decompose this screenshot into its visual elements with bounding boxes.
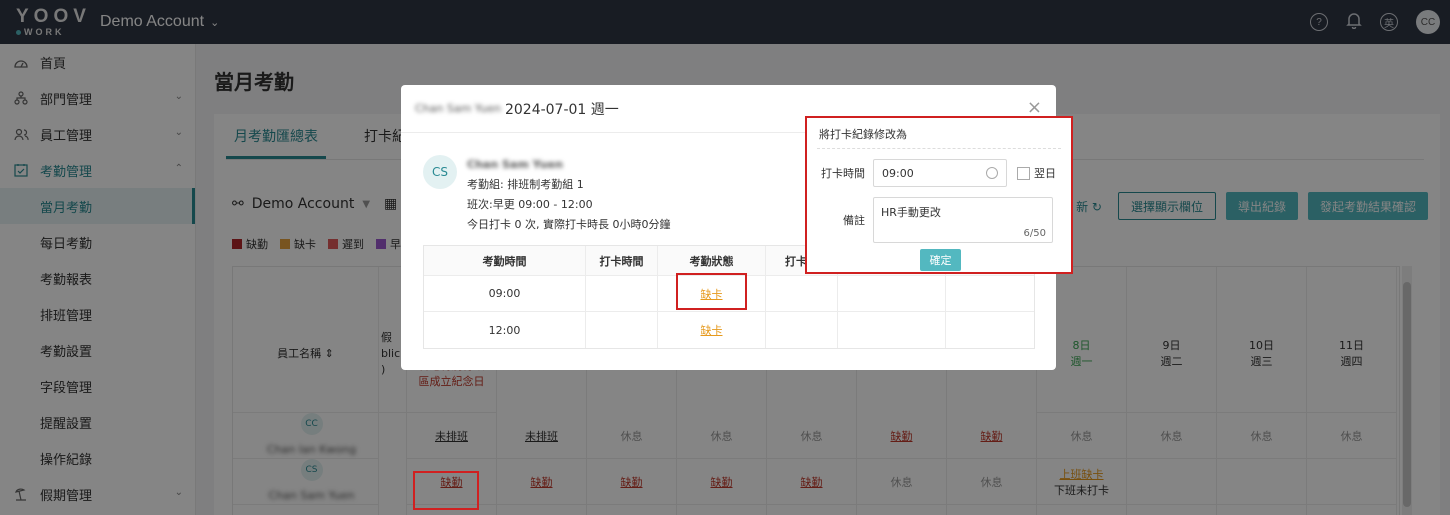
highlight-box [676, 273, 747, 310]
avatar: CS [423, 155, 457, 189]
highlight-box [413, 471, 479, 510]
employee-name: Chan Sam Yuen [467, 158, 563, 171]
dialog-title-date: 2024-07-01 週一 [504, 101, 619, 118]
employee-avatar-wrap: CS [423, 155, 457, 189]
punch-time-cell: 09:00 [424, 276, 586, 311]
next-day-checkbox[interactable] [1017, 166, 1030, 180]
attendance-group: 考勤組: 排班制考勤組 1 [467, 178, 584, 191]
close-icon[interactable]: × [1027, 97, 1042, 118]
note-textarea[interactable]: HR手動更改 6/50 [873, 197, 1053, 243]
note-value: HR手動更改 [881, 206, 941, 219]
confirm-button[interactable]: 確定 [920, 249, 961, 271]
status-missing-punch-link[interactable]: 缺卡 [701, 322, 723, 338]
punch-time-row: 打卡時間 09:00 翌日 [807, 159, 1056, 187]
clock-icon [986, 167, 998, 179]
punch-time-picker[interactable]: 09:00 [873, 159, 1007, 187]
dialog-employee-name: Chan Sam Yuen [415, 102, 501, 115]
today-summary: 今日打卡 0 次, 實際打卡時長 0小時0分鐘 [467, 218, 671, 231]
column-header: 考勤時間 [424, 246, 586, 276]
punch-time-label: 打卡時間 [821, 167, 865, 180]
divider [817, 148, 1061, 149]
note-label: 備註 [843, 214, 865, 227]
column-header: 打卡時間 [586, 246, 658, 276]
char-count: 6/50 [1023, 228, 1046, 239]
employee-info: Chan Sam Yuen 考勤組: 排班制考勤組 1 班次:早更 09:00 … [467, 155, 670, 235]
popover-title: 將打卡紀錄修改為 [819, 128, 907, 141]
column-header: 考勤狀態 [658, 246, 766, 276]
edit-punch-popover: 將打卡紀錄修改為 打卡時間 09:00 翌日 備註 HR手動更改 6/50 確定 [805, 116, 1073, 274]
shift-info: 班次:早更 09:00 - 12:00 [467, 198, 593, 211]
table-row: 12:00 缺卡 [424, 312, 1034, 348]
punch-time-value: 09:00 [882, 166, 914, 180]
next-day-label: 翌日 [1034, 167, 1056, 180]
note-row: 備註 HR手動更改 6/50 [807, 197, 1053, 243]
punch-time-cell: 12:00 [424, 312, 586, 348]
